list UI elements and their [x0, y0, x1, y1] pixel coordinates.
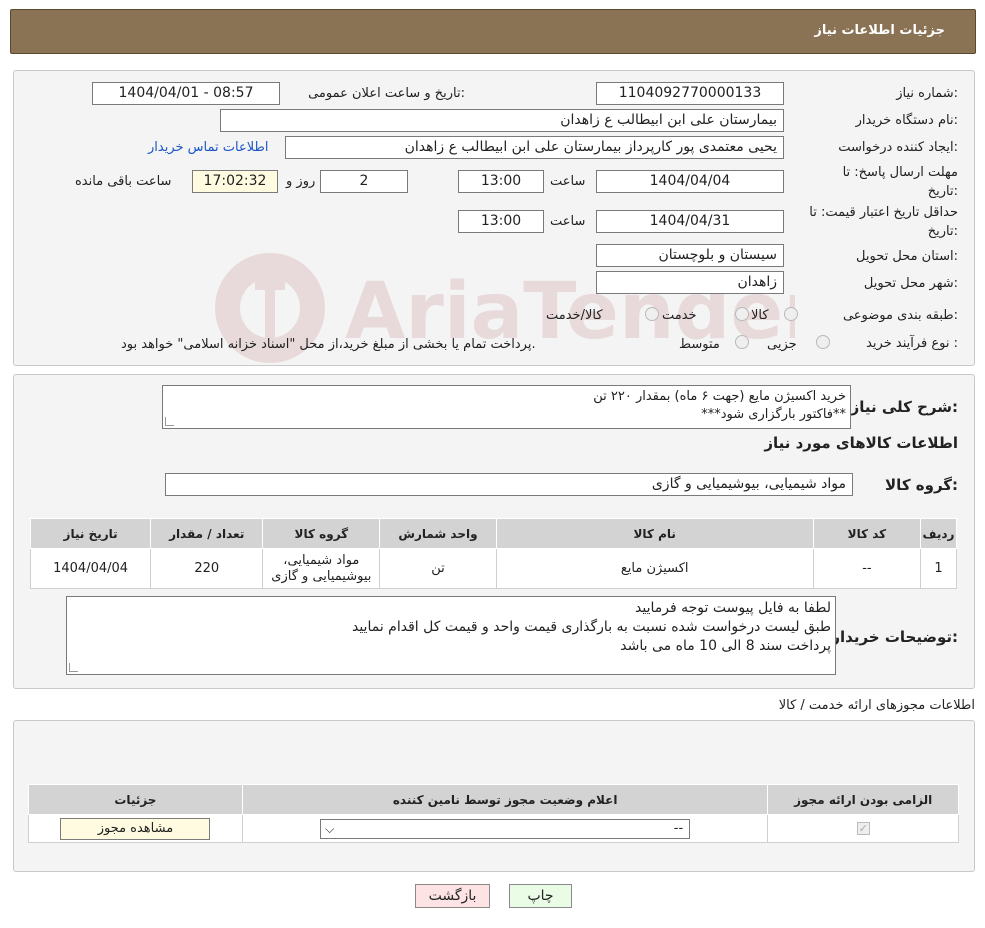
city-label: شهر محل تحویل: [863, 276, 958, 291]
province-field: سیستان و بلوچستان [596, 244, 784, 267]
col-header-code: کد کالا [812, 518, 921, 549]
chevron-down-icon: ⌵ [325, 821, 335, 836]
buyer-notes-label: توضیحات خریدار: [831, 628, 958, 646]
category-radio-both[interactable] [645, 307, 659, 321]
announce-field: 1404/04/01 - 08:57 [92, 82, 280, 105]
cell-row-number: 1 [919, 548, 958, 589]
print-button[interactable]: چاپ [509, 884, 572, 908]
table-row: ✓ -- ⌵ مشاهده مجوز [28, 814, 959, 843]
creator-field: یحیی معتمدی پور کارپرداز بیمارستان علی ا… [285, 136, 784, 159]
resize-handle-icon[interactable] [69, 663, 78, 672]
category-both-label: کالا/خدمت [546, 308, 603, 323]
validity-label: حداقل تاریخ اعتبار قیمت: تا [809, 205, 958, 220]
announce-label: تاریخ و ساعت اعلان عمومی: [308, 86, 465, 101]
purchase-radio-medium[interactable] [735, 335, 749, 349]
permits-table: الزامی بودن ارائه مجوز اعلام وضعیت مجوز … [28, 784, 959, 843]
permits-title: اطلاعات مجوزهای ارائه خدمت / کالا [778, 698, 975, 713]
col-header-row: ردیف [919, 518, 958, 549]
cell-unit: تن [379, 548, 497, 589]
col-header-required: الزامی بودن ارائه مجوز [767, 784, 959, 815]
goods-group-label: گروه کالا: [885, 476, 958, 494]
deadline-date-field: 1404/04/04 [596, 170, 784, 193]
purchase-minor-label: جزیی [767, 337, 797, 352]
remaining-time-field: 17:02:32 [192, 170, 278, 193]
buyer-notes-line-1: لطفا به فایل پیوست توجه فرمایید [635, 600, 831, 616]
col-header-name: نام کالا [495, 518, 814, 549]
days-field: 2 [320, 170, 408, 193]
category-radio-service[interactable] [735, 307, 749, 321]
need-number-label: شماره نیاز: [896, 86, 958, 101]
cell-group: مواد شیمیایی، بیوشیمیایی و گازی [262, 548, 381, 589]
goods-section-title: اطلاعات کالاهای مورد نیاز [764, 434, 958, 452]
page-header: جزئیات اطلاعات نیاز [10, 9, 976, 54]
col-header-unit: واحد شمارش [379, 518, 497, 549]
buyer-notes-line-3: پرداخت سند 8 الی 10 ماه می باشد [620, 638, 831, 654]
validity-time-field: 13:00 [458, 210, 544, 233]
purchase-note: پرداخت تمام یا بخشی از مبلغ خرید،از محل … [121, 337, 536, 352]
summary-line-1: خرید اکسیژن مایع (جهت ۶ ماه) بمقدار ۲۲۰ … [593, 389, 846, 404]
province-label: استان محل تحویل: [856, 249, 958, 264]
deadline-label-date: تاریخ: [927, 184, 958, 199]
deadline-label: مهلت ارسال پاسخ: تا [842, 165, 958, 180]
cell-date: 1404/04/04 [29, 548, 152, 589]
col-header-status: اعلام وضعیت مجوز توسط نامین کننده [241, 784, 769, 815]
creator-label: ایجاد کننده درخواست: [838, 140, 958, 155]
resize-handle-icon[interactable] [165, 417, 174, 426]
cell-name: اکسیژن مایع [495, 548, 814, 589]
remaining-label: ساعت باقی مانده [75, 174, 172, 189]
category-radio-goods[interactable] [784, 307, 798, 321]
category-service-label: خدمت [662, 308, 697, 323]
page-title: جزئیات اطلاعات نیاز [814, 23, 945, 38]
goods-group-field: مواد شیمیایی، بیوشیمیایی و گازی [165, 473, 853, 496]
required-checkbox[interactable]: ✓ [856, 822, 870, 835]
purchase-type-label: نوع فرآیند خرید : [866, 336, 958, 351]
validity-date-field: 1404/04/31 [596, 210, 784, 233]
permit-status-select[interactable]: -- ⌵ [320, 818, 691, 839]
summary-textarea[interactable]: خرید اکسیژن مایع (جهت ۶ ماه) بمقدار ۲۲۰ … [162, 385, 851, 429]
permit-status-value: -- [673, 820, 684, 836]
cell-code: -- [812, 548, 921, 589]
summary-line-2: **فاکتور بارگزاری شود*** [701, 407, 846, 422]
city-field: زاهدان [596, 271, 784, 294]
view-permit-button[interactable]: مشاهده مجوز [60, 817, 211, 840]
category-label: طبقه بندی موضوعی: [842, 308, 958, 323]
buyer-org-field: بیمارستان علی ابن ابیطالب ع زاهدان [220, 109, 784, 132]
need-number-field: 1104092770000133 [596, 82, 784, 105]
days-label: روز و [286, 174, 316, 189]
buyer-contact-link[interactable]: اطلاعات تماس خریدار [148, 140, 268, 155]
back-button[interactable]: بازگشت [415, 884, 490, 908]
purchase-radio-minor[interactable] [816, 335, 830, 349]
col-header-qty: تعداد / مقدار [150, 518, 264, 549]
validity-time-label: ساعت [550, 214, 586, 229]
buyer-org-label: نام دستگاه خریدار: [855, 113, 958, 128]
table-row: 1 -- اکسیژن مایع تن مواد شیمیایی، بیوشیم… [29, 548, 958, 589]
deadline-time-label: ساعت [550, 174, 586, 189]
col-header-group: گروه کالا [262, 518, 381, 549]
summary-label: شرح کلی نیاز: [850, 398, 958, 416]
col-header-details: جزئیات [28, 784, 243, 815]
buyer-notes-textarea[interactable]: لطفا به فایل پیوست توجه فرمایید طبق لیست… [66, 596, 836, 675]
col-header-date: تاریخ نیاز [29, 518, 152, 549]
goods-table: ردیف کد کالا نام کالا واحد شمارش گروه کا… [29, 518, 958, 589]
cell-qty: 220 [150, 548, 264, 589]
validity-label-date: تاریخ: [927, 224, 958, 239]
buyer-notes-line-2: طبق لیست درخواست شده نسبت به بارگذاری قی… [351, 619, 831, 635]
purchase-medium-label: متوسط [679, 337, 720, 352]
category-goods-label: کالا [751, 308, 769, 323]
deadline-time-field: 13:00 [458, 170, 544, 193]
